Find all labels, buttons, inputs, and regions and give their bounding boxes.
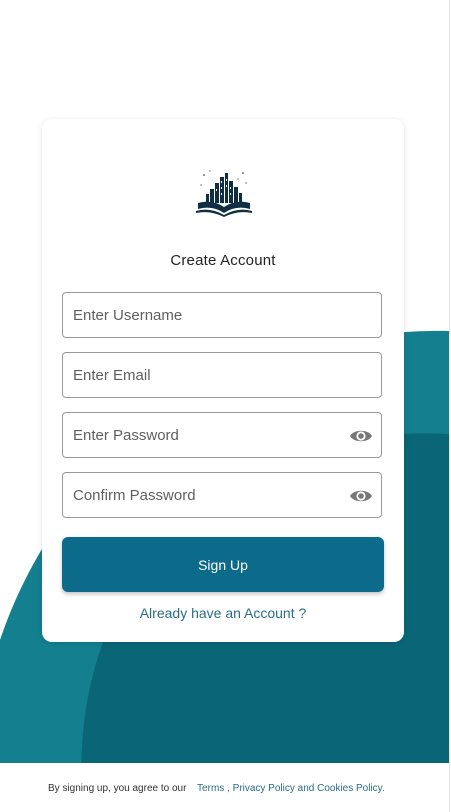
email-input[interactable] xyxy=(63,353,381,397)
card-title: Create Account xyxy=(170,252,276,269)
email-field[interactable] xyxy=(62,352,382,398)
terms-notice: By signing up, you agree to our Terms , … xyxy=(48,783,385,794)
terms-separator: , xyxy=(224,783,233,794)
confirm-password-input[interactable] xyxy=(63,473,381,517)
username-input[interactable] xyxy=(63,293,381,337)
eye-icon[interactable] xyxy=(349,485,373,507)
confirm-password-field[interactable] xyxy=(62,472,382,518)
login-link[interactable]: Already have an Account ? xyxy=(42,605,404,621)
username-field[interactable] xyxy=(62,292,382,338)
city-book-logo-icon xyxy=(196,170,252,217)
footer: By signing up, you agree to our Terms , … xyxy=(0,763,449,812)
password-field[interactable] xyxy=(62,412,382,458)
password-input[interactable] xyxy=(63,413,381,457)
signup-card: Create Account Sign Up Already have xyxy=(42,119,404,642)
terms-link[interactable]: Terms xyxy=(197,783,224,794)
page: Create Account Sign Up Already have xyxy=(0,0,450,812)
sign-up-button[interactable]: Sign Up xyxy=(62,537,384,592)
terms-prefix: By signing up, you agree to our xyxy=(48,783,187,794)
privacy-policy-link[interactable]: Privacy Policy and Cookies Policy. xyxy=(233,783,385,794)
eye-icon[interactable] xyxy=(349,425,373,447)
